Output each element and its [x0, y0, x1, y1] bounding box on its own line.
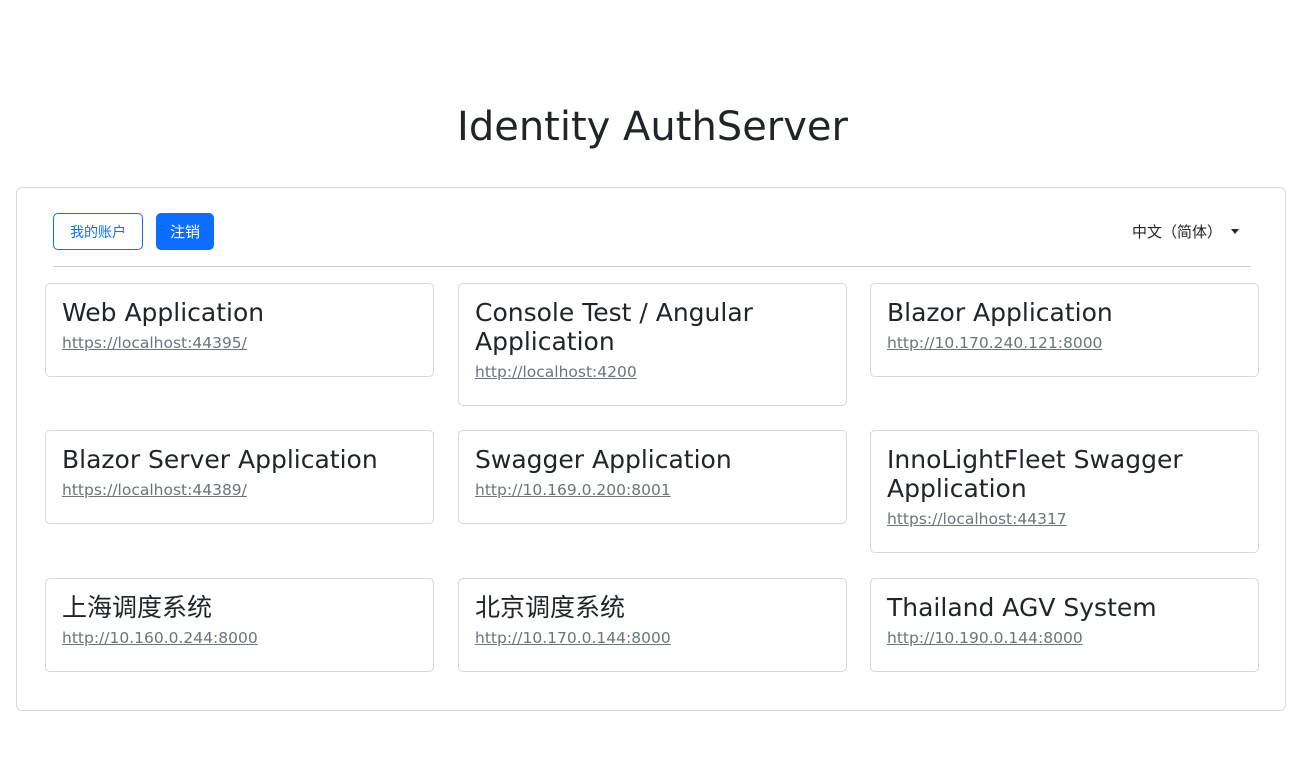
app-card-web: Web Application https://localhost:44395/ [45, 283, 434, 377]
caret-down-icon [1231, 229, 1239, 234]
divider [53, 266, 1251, 267]
app-card-beijing: 北京调度系统 http://10.170.0.144:8000 [458, 578, 847, 672]
app-name: 北京调度系统 [475, 593, 626, 622]
app-card-blazor: Blazor Application http://10.170.240.121… [870, 283, 1259, 377]
logout-button[interactable]: 注销 [156, 213, 214, 250]
app-name: 上海调度系统 [62, 593, 213, 622]
page-title: Identity AuthServer [457, 104, 848, 150]
language-dropdown[interactable]: 中文（简体） [1132, 221, 1239, 242]
app-url-link[interactable]: https://localhost:44317 [887, 509, 1067, 529]
app-url-link[interactable]: http://10.190.0.144:8000 [887, 628, 1083, 648]
app-url-link[interactable]: http://10.170.240.121:8000 [887, 333, 1102, 353]
app-name: Swagger Application [475, 445, 732, 474]
language-label: 中文（简体） [1131, 223, 1222, 241]
app-card-innolightfleet: InnoLightFleet Swagger Application https… [870, 430, 1259, 553]
app-name: InnoLightFleet Swagger Application [887, 445, 1183, 503]
app-name: Web Application [62, 298, 265, 327]
app-url-link[interactable]: http://localhost:4200 [475, 362, 637, 382]
app-card-shanghai: 上海调度系统 http://10.160.0.244:8000 [45, 578, 434, 672]
app-url-link[interactable]: http://10.169.0.200:8001 [475, 480, 671, 500]
app-card-blazor-server: Blazor Server Application https://localh… [45, 430, 434, 524]
app-card-swagger: Swagger Application http://10.169.0.200:… [458, 430, 847, 524]
my-account-button[interactable]: 我的账户 [53, 213, 143, 250]
app-name: Blazor Application [887, 298, 1113, 327]
app-url-link[interactable]: https://localhost:44395/ [62, 333, 247, 353]
app-url-link[interactable]: http://10.160.0.244:8000 [62, 628, 258, 648]
app-url-link[interactable]: https://localhost:44389/ [62, 480, 247, 500]
app-name: Blazor Server Application [62, 445, 378, 474]
app-name: Thailand AGV System [887, 593, 1157, 622]
app-card-thailand: Thailand AGV System http://10.190.0.144:… [870, 578, 1259, 672]
app-url-link[interactable]: http://10.170.0.144:8000 [475, 628, 671, 648]
app-name: Console Test / Angular Application [475, 298, 753, 356]
app-card-angular: Console Test / Angular Application http:… [458, 283, 847, 406]
applications-panel: 我的账户 注销 中文（简体） Web Application https://l… [16, 187, 1286, 711]
